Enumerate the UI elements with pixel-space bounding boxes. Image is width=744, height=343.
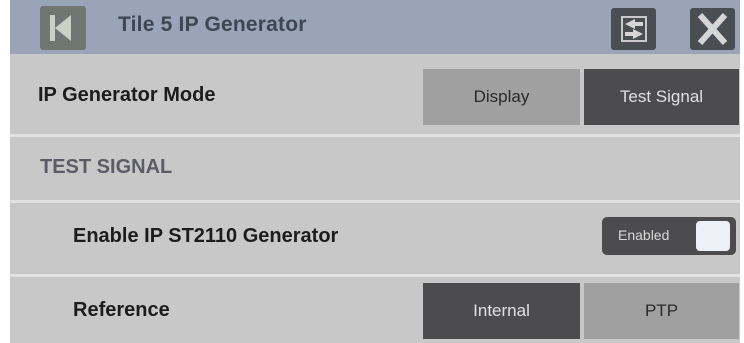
title-bar: Tile 5 IP Generator [10, 0, 740, 54]
section-title: TEST SIGNAL [40, 156, 173, 178]
ptp-option[interactable]: PTP [584, 283, 739, 339]
toggle-state-label: Enabled [618, 227, 670, 243]
toggle-knob [696, 221, 730, 251]
test-signal-option[interactable]: Test Signal [584, 69, 739, 125]
generator-mode-row: IP Generator Mode Display Test Signal [10, 62, 740, 132]
close-button[interactable] [690, 8, 735, 50]
generator-mode-label: IP Generator Mode [38, 84, 216, 106]
test-signal-section: TEST SIGNAL [10, 137, 740, 199]
reference-row: Reference Internal PTP [10, 277, 740, 343]
internal-option[interactable]: Internal [423, 283, 580, 339]
enable-generator-toggle[interactable]: Enabled [602, 217, 736, 255]
close-x-icon [697, 13, 728, 45]
enable-generator-label: Enable IP ST2110 Generator [73, 225, 339, 247]
back-button[interactable] [40, 6, 86, 50]
reference-label: Reference [73, 299, 170, 321]
ip-generator-panel: Tile 5 IP Generator IP Generator Mode Di… [10, 0, 740, 343]
swap-arrows-icon [621, 16, 647, 42]
back-arrow-icon [50, 15, 71, 41]
display-option[interactable]: Display [423, 69, 580, 125]
swap-button[interactable] [611, 8, 656, 50]
page-title: Tile 5 IP Generator [118, 13, 307, 36]
